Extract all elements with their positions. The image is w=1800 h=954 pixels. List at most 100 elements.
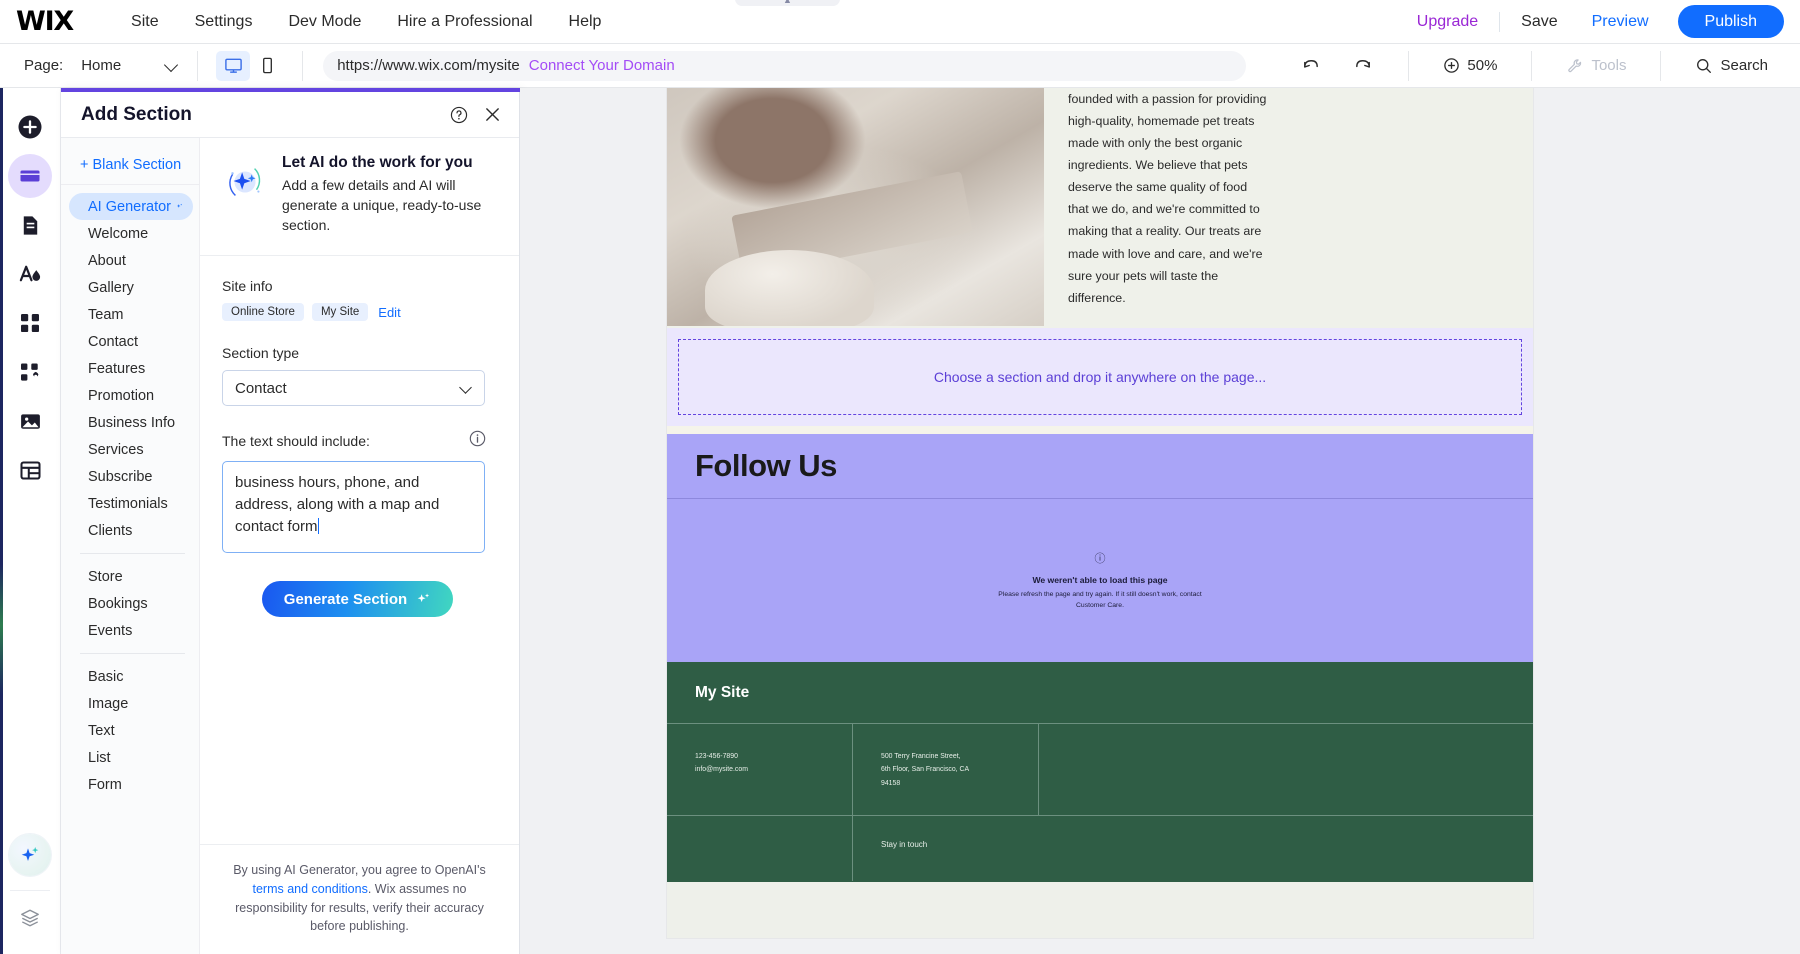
text-include-label: The text should include: bbox=[222, 433, 370, 450]
footer-contact-column[interactable]: 123-456-7890 info@mysite.com bbox=[667, 724, 853, 815]
footer-address-column[interactable]: 500 Terry Francine Street, 6th Floor, Sa… bbox=[853, 724, 1039, 815]
category-basic[interactable]: Basic bbox=[69, 663, 193, 690]
category-image[interactable]: Image bbox=[69, 690, 193, 717]
about-paragraph[interactable]: founded with a passion for providing hig… bbox=[1068, 88, 1268, 309]
category-form[interactable]: Form bbox=[69, 771, 193, 798]
category-store[interactable]: Store bbox=[69, 563, 193, 590]
generate-section-label: Generate Section bbox=[283, 590, 408, 608]
category-divider bbox=[80, 653, 185, 654]
footer-logo-row[interactable]: My Site bbox=[667, 662, 1533, 724]
footer-address-line-2[interactable]: 6th Floor, San Francisco, CA bbox=[881, 763, 1038, 776]
toolbar-divider bbox=[197, 50, 199, 81]
save-button[interactable]: Save bbox=[1504, 13, 1574, 31]
category-events[interactable]: Events bbox=[69, 617, 193, 644]
section-type-value: Contact bbox=[235, 379, 287, 397]
site-stage[interactable]: founded with a passion for providing hig… bbox=[667, 88, 1533, 938]
sidebar-item-pages[interactable] bbox=[8, 203, 52, 247]
ai-generator-form: Site info Online Store My Site Edit Sect… bbox=[200, 256, 519, 844]
edit-site-info-link[interactable]: Edit bbox=[378, 305, 400, 320]
menu-help[interactable]: Help bbox=[551, 0, 620, 44]
page-selector-value[interactable]: Home bbox=[81, 57, 121, 74]
preview-button[interactable]: Preview bbox=[1575, 13, 1666, 31]
load-error-message: ⓘ We weren't able to load this page Plea… bbox=[985, 550, 1215, 612]
footer-bottom-text[interactable]: Stay in touch bbox=[853, 816, 1533, 881]
connect-domain-link[interactable]: Connect Your Domain bbox=[529, 57, 675, 74]
sidebar-item-add-section[interactable] bbox=[8, 154, 52, 198]
category-features[interactable]: Features bbox=[69, 355, 193, 382]
sidebar-item-site-design[interactable] bbox=[8, 252, 52, 296]
site-info-label: Site info bbox=[222, 278, 273, 295]
category-contact[interactable]: Contact bbox=[69, 328, 193, 355]
category-bookings[interactable]: Bookings bbox=[69, 590, 193, 617]
sidebar-item-apps[interactable] bbox=[8, 301, 52, 345]
menu-dev-mode[interactable]: Dev Mode bbox=[270, 0, 379, 44]
generate-section-button[interactable]: Generate Section bbox=[261, 581, 454, 618]
terms-and-conditions-link[interactable]: terms and conditions bbox=[253, 882, 368, 896]
footer-address-line-3[interactable]: 94158 bbox=[881, 777, 1038, 790]
follow-us-body[interactable]: ⓘ We weren't able to load this page Plea… bbox=[667, 499, 1533, 662]
footer-address-line-1[interactable]: 500 Terry Francine Street, bbox=[881, 750, 1038, 763]
sparkle-icon bbox=[176, 203, 183, 208]
category-list[interactable]: List bbox=[69, 744, 193, 771]
footer-empty-column[interactable] bbox=[1039, 724, 1533, 815]
sidebar-item-app-market[interactable] bbox=[8, 350, 52, 394]
wix-logo[interactable]: WIX bbox=[16, 6, 74, 37]
category-clients[interactable]: Clients bbox=[69, 517, 193, 544]
text-include-textarea[interactable]: business hours, phone, and address, alon… bbox=[222, 461, 485, 554]
category-text[interactable]: Text bbox=[69, 717, 193, 744]
site-footer[interactable]: My Site 123-456-7890 info@mysite.com 500… bbox=[667, 662, 1533, 882]
category-team[interactable]: Team bbox=[69, 301, 193, 328]
zoom-button[interactable]: 50% bbox=[1427, 51, 1513, 81]
menu-hire-a-professional[interactable]: Hire a Professional bbox=[379, 0, 550, 44]
panel-drag-handle[interactable]: ▲ bbox=[735, 0, 840, 6]
tools-button[interactable]: Tools bbox=[1550, 51, 1642, 81]
question-mark-icon[interactable] bbox=[450, 106, 468, 124]
footer-email[interactable]: info@mysite.com bbox=[695, 763, 852, 776]
chip-my-site: My Site bbox=[311, 303, 369, 322]
site-url-bar[interactable]: https://www.wix.com/mysite Connect Your … bbox=[323, 50, 1247, 81]
redo-button[interactable] bbox=[1337, 51, 1390, 81]
follow-us-header[interactable]: Follow Us bbox=[667, 434, 1533, 499]
ai-assistant-button[interactable] bbox=[9, 834, 51, 876]
about-section[interactable]: founded with a passion for providing hig… bbox=[667, 88, 1533, 328]
sidebar-item-add-elements[interactable] bbox=[8, 105, 52, 149]
category-about[interactable]: About bbox=[69, 247, 193, 274]
category-business-info[interactable]: Business Info bbox=[69, 409, 193, 436]
zoom-level: 50% bbox=[1467, 57, 1498, 74]
upgrade-link[interactable]: Upgrade bbox=[1400, 13, 1495, 31]
menu-site[interactable]: Site bbox=[113, 0, 177, 44]
sidebar-item-media[interactable] bbox=[8, 399, 52, 443]
close-icon[interactable] bbox=[484, 106, 501, 123]
ai-promo-subtitle: Add a few details and AI will generate a… bbox=[282, 177, 482, 234]
sidebar-item-cms[interactable] bbox=[8, 448, 52, 492]
category-label: AI Generator bbox=[88, 198, 172, 215]
editor-canvas[interactable]: founded with a passion for providing hig… bbox=[520, 88, 1800, 954]
section-dropzone[interactable]: Choose a section and drop it anywhere on… bbox=[678, 339, 1522, 415]
category-services[interactable]: Services bbox=[69, 436, 193, 463]
about-image[interactable] bbox=[667, 88, 1044, 326]
info-icon[interactable] bbox=[469, 430, 486, 452]
category-subscribe[interactable]: Subscribe bbox=[69, 463, 193, 490]
category-ai-generator[interactable]: AI Generator bbox=[69, 193, 193, 220]
category-welcome[interactable]: Welcome bbox=[69, 220, 193, 247]
section-dropzone-wrapper[interactable]: Choose a section and drop it anywhere on… bbox=[667, 328, 1533, 426]
footer-phone[interactable]: 123-456-7890 bbox=[695, 750, 852, 763]
blank-section-button[interactable]: + Blank Section bbox=[61, 148, 199, 185]
publish-button[interactable]: Publish bbox=[1677, 5, 1784, 38]
layers-button[interactable] bbox=[19, 907, 41, 934]
follow-us-title[interactable]: Follow Us bbox=[695, 448, 837, 484]
footer-columns: 123-456-7890 info@mysite.com 500 Terry F… bbox=[667, 724, 1533, 816]
category-testimonials[interactable]: Testimonials bbox=[69, 490, 193, 517]
search-button[interactable]: Search bbox=[1679, 51, 1784, 81]
section-type-select[interactable]: Contact bbox=[222, 370, 485, 407]
mobile-view-button[interactable] bbox=[250, 51, 284, 81]
footer-site-name[interactable]: My Site bbox=[695, 684, 749, 702]
menu-settings[interactable]: Settings bbox=[177, 0, 271, 44]
desktop-view-button[interactable] bbox=[216, 50, 251, 81]
undo-button[interactable] bbox=[1284, 51, 1337, 81]
chevron-down-icon[interactable] bbox=[165, 59, 179, 73]
category-gallery[interactable]: Gallery bbox=[69, 274, 193, 301]
category-promotion[interactable]: Promotion bbox=[69, 382, 193, 409]
